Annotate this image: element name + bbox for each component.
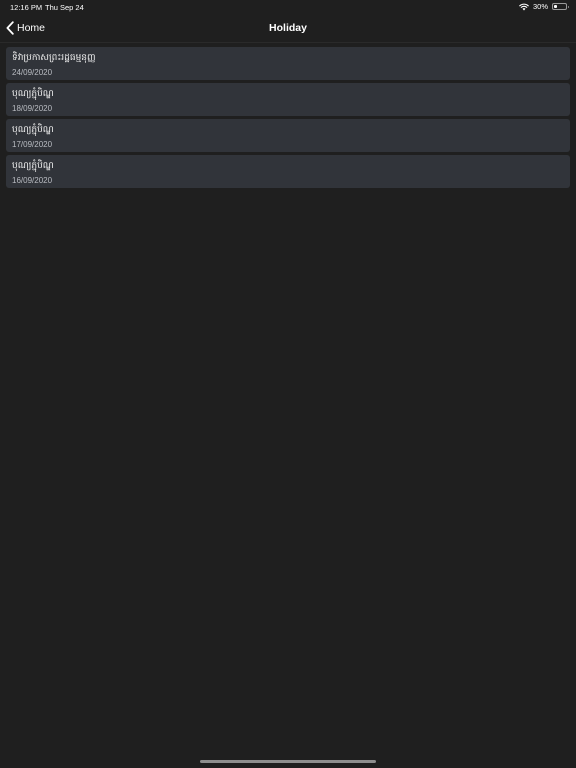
holiday-date: 16/09/2020 — [12, 176, 53, 185]
list-item[interactable]: បុណ្យភ្ជុំបិណ្ឌ 18/09/2020 — [6, 83, 570, 116]
status-time: 12:16 PM — [10, 3, 43, 12]
list-item[interactable]: ទិវាប្រកាសព្រះរដ្ឋធម្មនុញ្ញ 24/09/2020 — [6, 47, 570, 80]
holiday-name: បុណ្យភ្ជុំបិណ្ឌ — [12, 161, 54, 171]
holiday-name: បុណ្យភ្ជុំបិណ្ឌ — [12, 89, 54, 99]
holiday-date: 17/09/2020 — [12, 140, 53, 149]
holiday-name: បុណ្យភ្ជុំបិណ្ឌ — [12, 125, 54, 135]
holiday-date: 18/09/2020 — [12, 104, 53, 113]
list-item[interactable]: បុណ្យភ្ជុំបិណ្ឌ 16/09/2020 — [6, 155, 570, 188]
battery-percent: 30% — [532, 2, 548, 11]
wifi-icon — [519, 3, 529, 10]
list-item[interactable]: បុណ្យភ្ជុំបិណ្ឌ 17/09/2020 — [6, 119, 570, 152]
status-indicators: 30% — [519, 2, 569, 11]
holiday-name: ទិវាប្រកាសព្រះរដ្ឋធម្មនុញ្ញ — [12, 53, 96, 63]
page-title: Holiday — [269, 22, 307, 34]
status-date: Thu Sep 24 — [45, 3, 84, 12]
holiday-screen: 12:16 PM Thu Sep 24 30% Home Holiday ទិវ… — [0, 0, 576, 768]
battery-level — [554, 5, 557, 8]
navigation-bar: Home Holiday — [0, 14, 576, 43]
status-bar: 12:16 PM Thu Sep 24 30% — [0, 0, 576, 14]
holiday-date: 24/09/2020 — [12, 68, 53, 77]
home-indicator[interactable] — [200, 760, 376, 763]
holiday-list: ទិវាប្រកាសព្រះរដ្ឋធម្មនុញ្ញ 24/09/2020 ប… — [6, 47, 570, 191]
battery-tip — [567, 6, 569, 8]
battery-icon — [552, 3, 569, 10]
